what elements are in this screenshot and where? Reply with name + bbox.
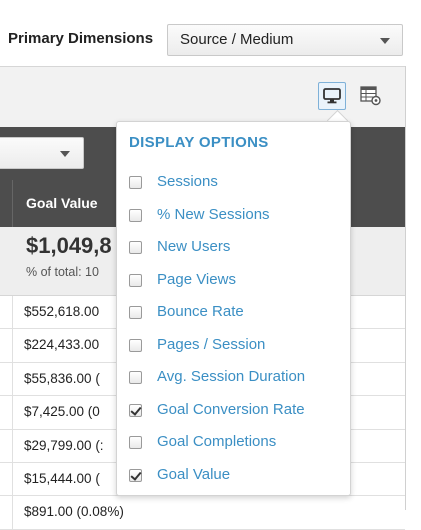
table-row: $891.00 (0.08%) [0, 496, 405, 530]
display-option-item[interactable]: Goal Value [129, 464, 344, 488]
display-option-label[interactable]: Goal Conversion Rate [157, 401, 305, 418]
goal-value-cell: $29,799.00 (: [24, 437, 104, 453]
display-option-checkbox[interactable] [129, 403, 142, 417]
display-option-label[interactable]: Goal Completions [157, 433, 276, 450]
display-option-label[interactable]: Bounce Rate [157, 303, 244, 320]
display-option-item[interactable]: New Users [129, 236, 344, 260]
monitor-icon [323, 88, 341, 104]
column-divider [12, 180, 13, 227]
checkmark-icon [130, 403, 142, 416]
display-option-checkbox[interactable] [129, 338, 142, 352]
display-option-item[interactable]: Goal Conversion Rate [129, 399, 344, 423]
display-option-label[interactable]: Avg. Session Duration [157, 368, 305, 385]
table-settings-button[interactable] [357, 82, 385, 110]
display-option-item[interactable]: Bounce Rate [129, 301, 344, 325]
display-option-checkbox[interactable] [129, 436, 142, 449]
goal-value-cell: $15,444.00 ( [24, 470, 100, 486]
table-right-border [405, 66, 406, 510]
display-option-checkbox[interactable] [129, 371, 142, 384]
goal-value-cell: $891.00 (0.08%) [24, 504, 124, 520]
display-options-title: DISPLAY OPTIONS [129, 134, 269, 151]
goal-value-column-header[interactable]: Goal Value [26, 195, 98, 211]
table-settings-icon [360, 86, 381, 106]
display-option-label[interactable]: % New Sessions [157, 206, 270, 223]
display-option-checkbox[interactable] [129, 273, 142, 287]
display-option-checkbox[interactable] [129, 306, 142, 319]
display-options-button[interactable] [318, 82, 346, 110]
display-option-label[interactable]: Sessions [157, 173, 218, 190]
goal-value-cell: $224,433.00 [24, 337, 100, 353]
chevron-down-icon [60, 151, 70, 157]
goal-value-cell: $7,425.00 (0 [24, 404, 100, 420]
goal-value-cell: $552,618.00 [24, 304, 100, 319]
display-option-label[interactable]: Pages / Session [157, 336, 265, 353]
display-option-label[interactable]: Goal Value [157, 466, 230, 483]
chevron-down-icon [380, 38, 390, 44]
display-option-checkbox[interactable] [129, 208, 142, 222]
goal-value-cell: $55,836.00 ( [24, 370, 100, 386]
primary-dimension-value: Source / Medium [180, 31, 294, 48]
primary-dimensions-label: Primary Dimensions [8, 30, 154, 47]
display-option-label[interactable]: Page Views [157, 271, 236, 288]
header-dropdown[interactable] [0, 137, 84, 169]
primary-dimension-select[interactable]: Source / Medium [167, 24, 403, 56]
summary-total: $1,049,8 [26, 233, 112, 258]
checkmark-icon [130, 468, 142, 481]
display-option-item[interactable]: Page Views [129, 269, 344, 293]
display-option-item[interactable]: % New Sessions [129, 204, 344, 228]
display-option-checkbox[interactable] [129, 176, 142, 189]
display-option-item[interactable]: Avg. Session Duration [129, 366, 344, 390]
display-option-label[interactable]: New Users [157, 238, 230, 255]
display-option-item[interactable]: Pages / Session [129, 334, 344, 358]
display-option-checkbox[interactable] [129, 468, 142, 482]
summary-percent: % of total: 10 [26, 265, 99, 279]
display-option-checkbox[interactable] [129, 241, 142, 254]
filter-row: Primary Dimensions Source / Medium [0, 0, 421, 66]
display-option-item[interactable]: Goal Completions [129, 431, 344, 455]
display-option-item[interactable]: Sessions [129, 171, 344, 195]
display-options-popup: DISPLAY OPTIONS Sessions % New Sessions Ne… [116, 121, 351, 496]
